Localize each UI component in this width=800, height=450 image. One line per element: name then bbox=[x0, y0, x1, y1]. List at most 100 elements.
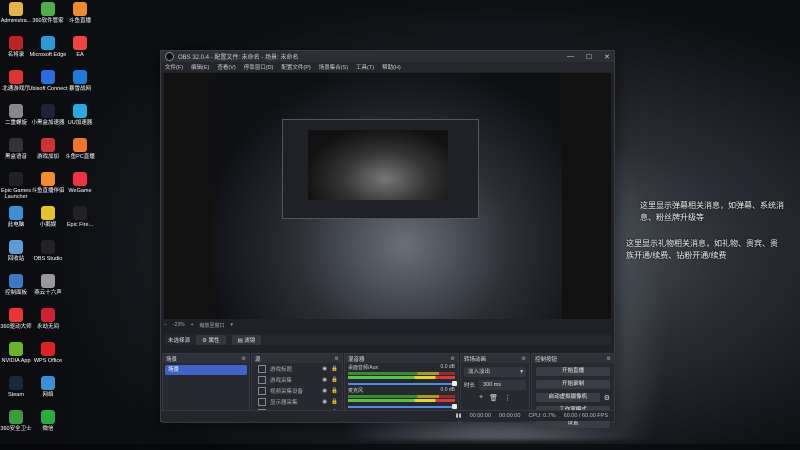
desktop-icon[interactable]: 暴雪战网 bbox=[60, 70, 100, 92]
lock-icon[interactable]: 🔒 bbox=[331, 399, 338, 405]
maximize-icon[interactable]: ☐ bbox=[586, 53, 592, 61]
obs-titlebar[interactable]: OBS 32.0.4 - 配置文件: 未命名 - 场景: 未命名 — ☐ ✕ bbox=[161, 51, 614, 62]
desktop-icon[interactable]: 永劫无间 bbox=[28, 308, 68, 330]
menu-item[interactable]: 配置文件(P) bbox=[281, 63, 310, 71]
volume-slider[interactable] bbox=[348, 381, 457, 386]
app-icon bbox=[41, 36, 55, 50]
scene-item[interactable]: 场景 bbox=[165, 365, 247, 375]
volume-meter bbox=[348, 376, 455, 379]
visibility-eye-icon[interactable]: ◉ bbox=[322, 377, 327, 383]
source-label: 显示器采集 bbox=[270, 399, 298, 406]
menu-item[interactable]: 工具(T) bbox=[356, 63, 374, 71]
gear-icon[interactable]: ⚙ bbox=[604, 394, 610, 402]
desktop-icon[interactable]: 微信 bbox=[28, 410, 68, 432]
source-item[interactable]: 视频采集设备 ◉ 🔒 bbox=[252, 385, 342, 396]
menu-item[interactable]: 文件(F) bbox=[165, 63, 183, 71]
lock-icon[interactable]: 🔒 bbox=[331, 388, 338, 394]
properties-button[interactable]: ⚙ 属性 bbox=[196, 334, 226, 345]
dock-settings-icon[interactable]: ⚙ bbox=[242, 356, 246, 362]
app-icon bbox=[73, 104, 87, 118]
add-icon[interactable]: + bbox=[479, 394, 483, 402]
network-icon: ▮▮ bbox=[455, 413, 462, 419]
gift-hint-line2: 族开通/续费、钻粉开通/续费 bbox=[626, 251, 727, 260]
zoom-mode-select[interactable]: 缩放至窗口 bbox=[200, 322, 225, 329]
lock-icon[interactable]: 🔒 bbox=[331, 377, 338, 383]
taskbar bbox=[0, 444, 800, 450]
start-recording-button[interactable]: 开始录制 bbox=[536, 380, 610, 389]
mixer-title: 混音器 bbox=[348, 356, 365, 363]
source-type-icon bbox=[258, 364, 266, 373]
more-icon[interactable]: ⋮ bbox=[504, 394, 511, 402]
source-item[interactable]: 显示器采集 ◉ 🔒 bbox=[252, 396, 342, 407]
source-type-icon bbox=[258, 386, 266, 395]
volume-meter bbox=[348, 372, 455, 375]
source-item[interactable]: 游戏标题 ◉ 🔒 bbox=[252, 363, 342, 374]
duration-input[interactable]: 300 ms bbox=[479, 380, 526, 390]
menu-item[interactable]: 查看(V) bbox=[217, 63, 235, 71]
visibility-eye-icon[interactable]: ◉ bbox=[322, 388, 327, 394]
dock-settings-icon[interactable]: ⚙ bbox=[607, 356, 611, 362]
scenes-title: 场景 bbox=[166, 356, 178, 363]
start-streaming-button[interactable]: 开始直播 bbox=[536, 367, 610, 376]
desktop-icon[interactable]: 斗鱼直播 bbox=[60, 2, 100, 24]
source-item[interactable]: 游戏采集 ◉ 🔒 bbox=[252, 374, 342, 385]
dock-settings-icon[interactable]: ⚙ bbox=[451, 356, 455, 362]
minimize-icon[interactable]: — bbox=[567, 53, 574, 61]
desktop-icon-label: 燕云十六声 bbox=[34, 290, 62, 296]
zoom-out-icon[interactable]: − bbox=[164, 322, 167, 328]
desktop-icon[interactable]: EA bbox=[60, 36, 100, 58]
controls-title: 控制按钮 bbox=[535, 356, 558, 363]
close-icon[interactable]: ✕ bbox=[604, 53, 610, 61]
stream-time: 00:00:00 bbox=[469, 413, 492, 419]
menu-item[interactable]: 场景集合(S) bbox=[319, 63, 348, 71]
desktop-icon-label: 网络 bbox=[42, 392, 54, 398]
duration-label: 时长 bbox=[464, 383, 476, 389]
app-icon bbox=[9, 36, 23, 50]
app-icon bbox=[41, 70, 55, 84]
chevron-down-icon[interactable]: ▾ bbox=[231, 322, 234, 328]
menu-item[interactable]: 停靠窗口(D) bbox=[244, 63, 274, 71]
duration-value: 300 ms bbox=[483, 382, 502, 388]
transition-select[interactable]: 淡入淡出 ▾ bbox=[464, 367, 526, 377]
app-icon bbox=[41, 308, 55, 322]
zoom-in-icon[interactable]: + bbox=[191, 322, 194, 328]
desktop-icon-label: UU加速器 bbox=[67, 120, 93, 126]
preview-canvas[interactable] bbox=[164, 73, 611, 319]
menu-item[interactable]: 帮助(H) bbox=[382, 63, 401, 71]
app-icon bbox=[73, 206, 87, 220]
zoom-value: -23% bbox=[172, 322, 185, 328]
start-streaming-label: 开始直播 bbox=[561, 368, 584, 374]
visibility-eye-icon[interactable]: ◉ bbox=[322, 399, 327, 405]
app-icon bbox=[9, 240, 23, 254]
virtual-camera-button[interactable]: 启动虚拟摄像机 bbox=[536, 393, 600, 402]
cpu-usage: CPU: 0.7% bbox=[528, 413, 556, 419]
filters-button[interactable]: ▤ 滤镜 bbox=[231, 334, 262, 345]
window-title: OBS 32.0.4 - 配置文件: 未命名 - 场景: 未命名 bbox=[178, 55, 299, 61]
trash-icon[interactable]: 🗑 bbox=[489, 394, 498, 402]
app-icon bbox=[41, 342, 55, 356]
mixer-channel-desktop: 桌面音频/Aux 0.0 dB bbox=[345, 363, 458, 386]
desktop-icon[interactable]: UU加速器 bbox=[60, 104, 100, 126]
app-icon bbox=[9, 206, 23, 220]
desktop-icon-label: Epic Fire... bbox=[66, 222, 94, 228]
desktop-icon[interactable]: WPS Office bbox=[28, 342, 68, 364]
desktop-icon[interactable]: 斗鱼PC直播 bbox=[60, 138, 100, 160]
desktop-icon[interactable]: OBS Studio bbox=[28, 240, 68, 262]
visibility-eye-icon[interactable]: ◉ bbox=[322, 366, 327, 372]
volume-slider[interactable] bbox=[348, 404, 457, 409]
danmaku-hint-line2: 息、粉丝牌升级等 bbox=[640, 213, 704, 222]
desktop-icon[interactable]: WeGame bbox=[60, 172, 100, 194]
dock-settings-icon[interactable]: ⚙ bbox=[522, 356, 526, 362]
desktop-icon[interactable]: 燕云十六声 bbox=[28, 274, 68, 296]
app-icon bbox=[41, 2, 55, 16]
desktop-icon[interactable]: Epic Fire... bbox=[60, 206, 100, 228]
desktop-icon[interactable]: 网络 bbox=[28, 376, 68, 398]
app-icon bbox=[41, 274, 55, 288]
app-icon bbox=[41, 138, 55, 152]
dock-settings-icon[interactable]: ⚙ bbox=[335, 356, 339, 362]
channel-name: 麦克风 bbox=[348, 388, 364, 394]
source-label: 游戏标题 bbox=[270, 366, 293, 373]
lock-icon[interactable]: 🔒 bbox=[331, 366, 338, 372]
menu-item[interactable]: 编辑(E) bbox=[191, 63, 209, 71]
transitions-title: 转场动画 bbox=[464, 356, 487, 363]
